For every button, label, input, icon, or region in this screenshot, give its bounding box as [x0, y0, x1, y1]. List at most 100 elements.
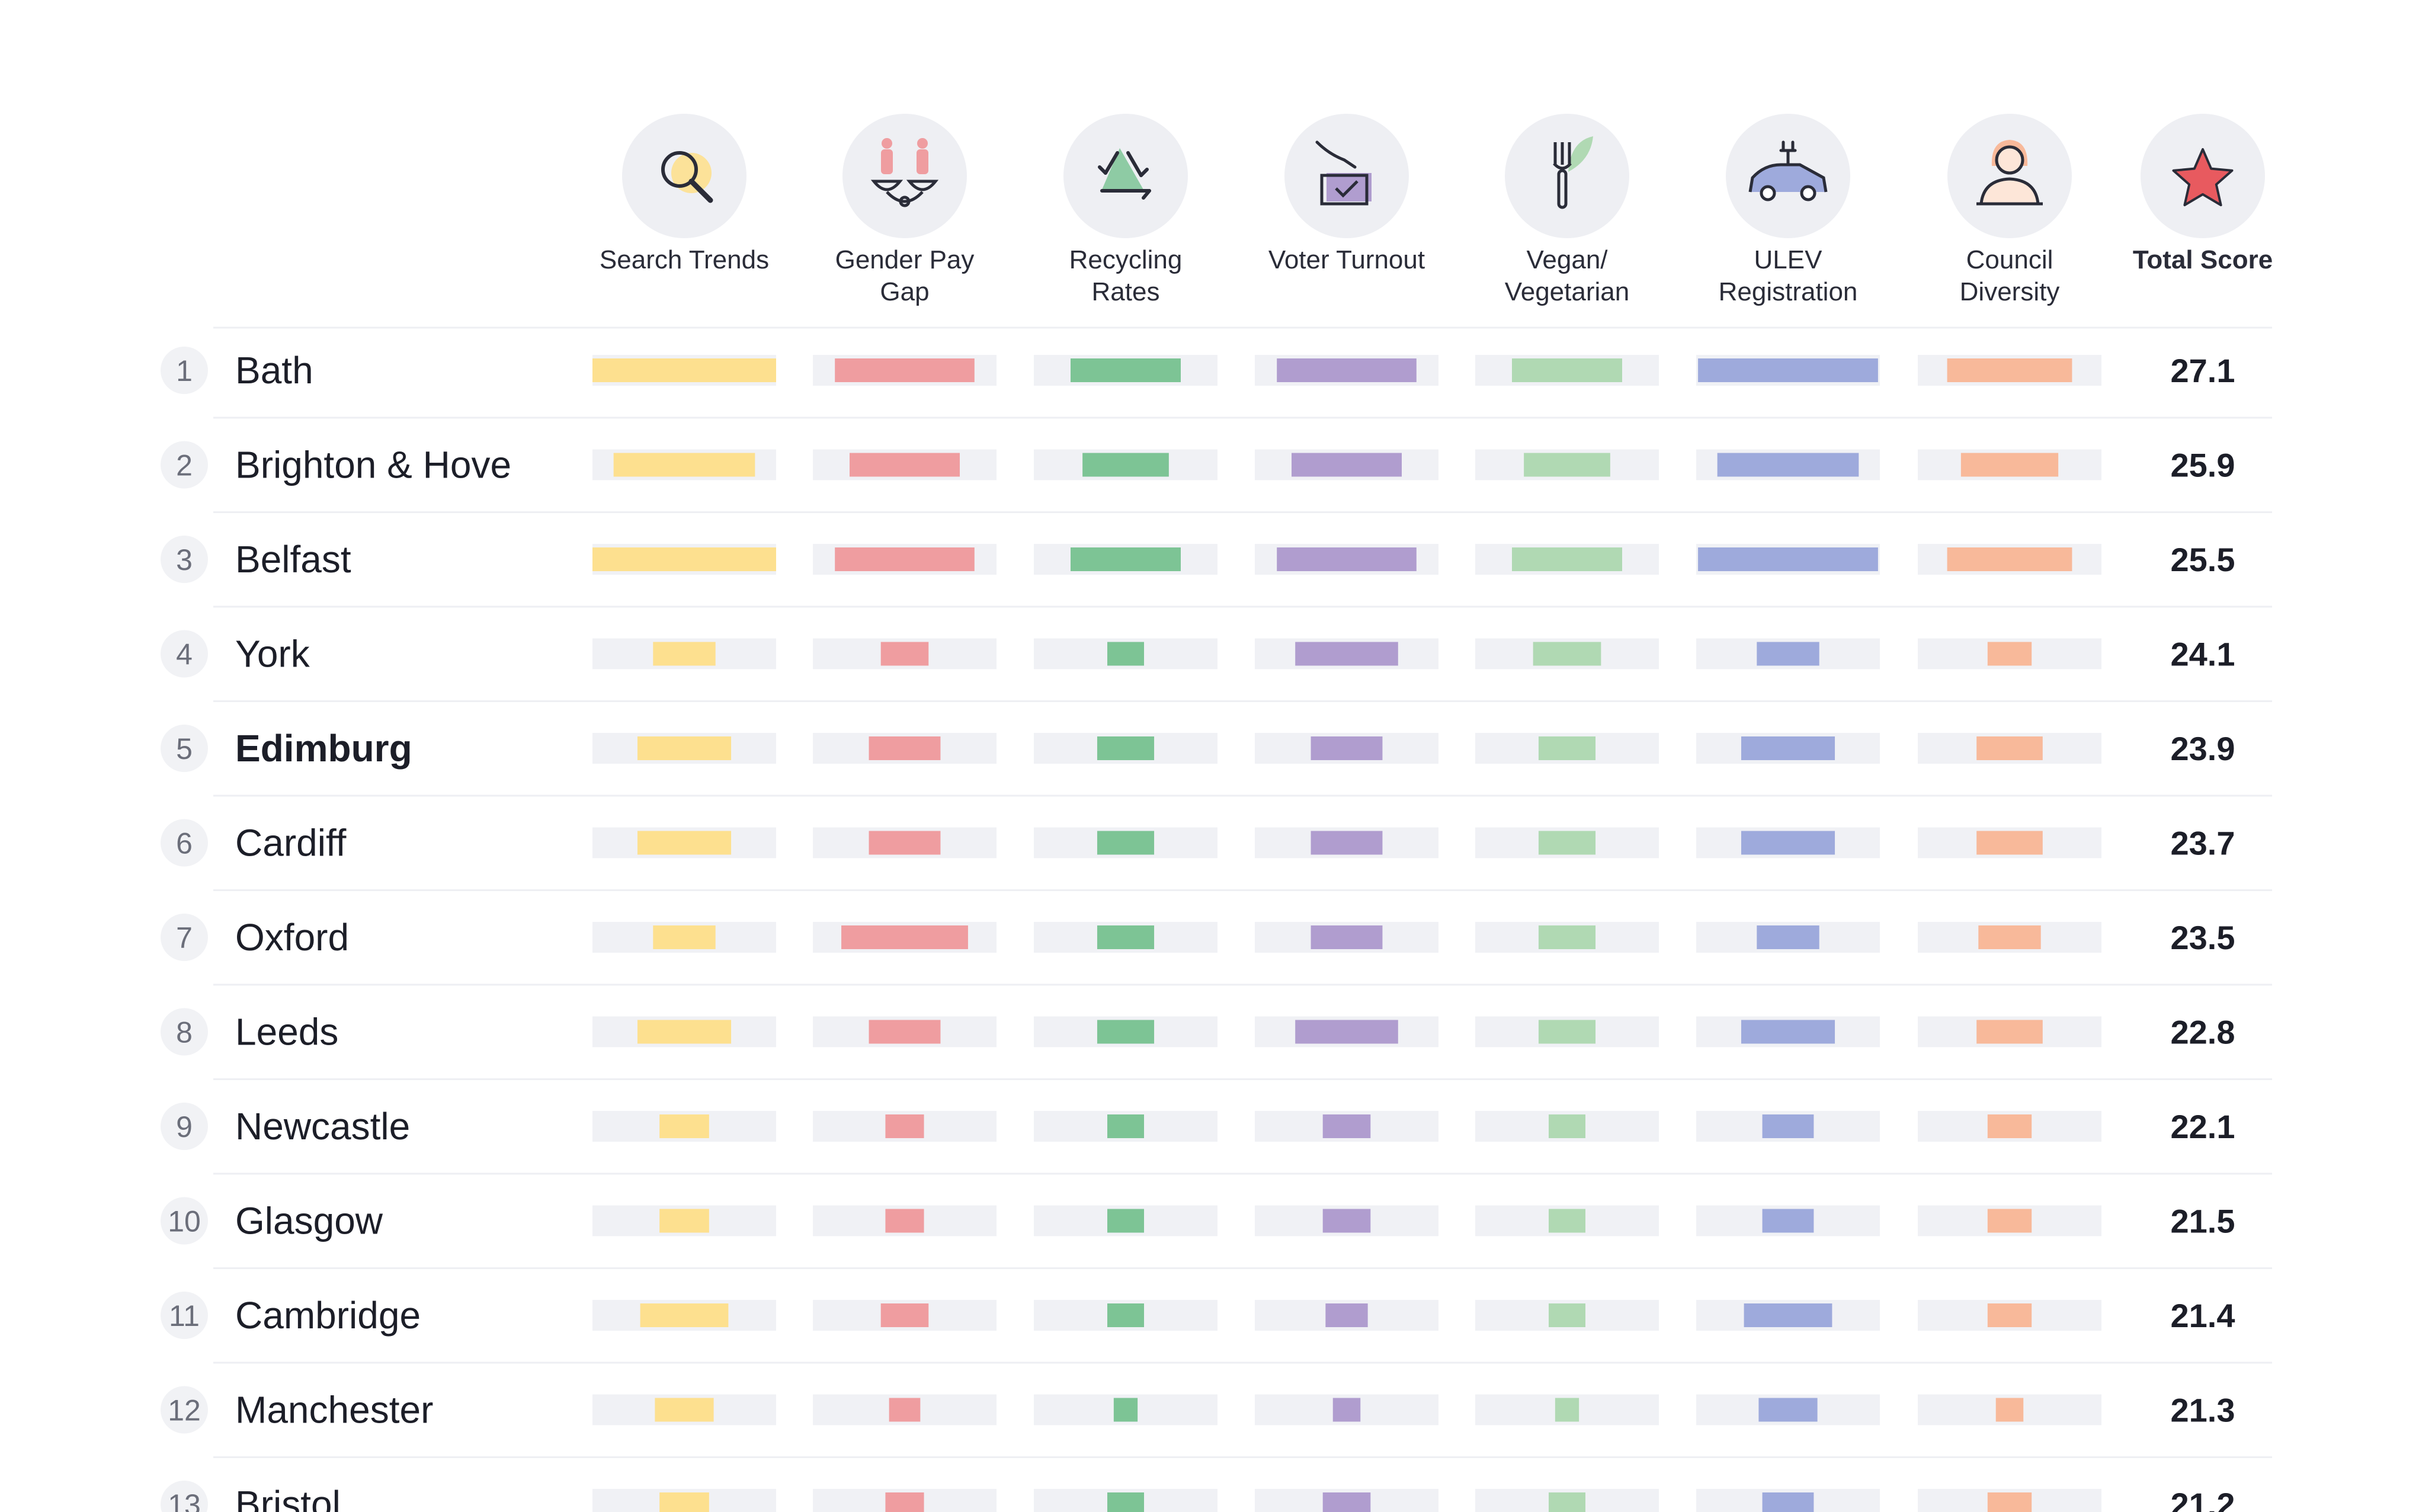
- bar-council: [1947, 358, 2072, 382]
- column-header-label: Rates: [1092, 277, 1160, 306]
- table-row: 5 Edimburg 23.9: [161, 725, 2272, 797]
- bar-ulev: [1698, 358, 1878, 382]
- bar-voter: [1295, 1020, 1398, 1044]
- bar-vegan: [1538, 736, 1596, 760]
- city-name: Brighton & Hove: [235, 444, 511, 486]
- icon-background: [1947, 114, 2072, 238]
- column-header-search: Search Trends: [600, 114, 769, 274]
- bar-vegan: [1549, 1114, 1585, 1138]
- bar-council: [1987, 1492, 2032, 1512]
- bar-ulev: [1717, 453, 1859, 477]
- bar-gender: [885, 1492, 924, 1512]
- rank-number: 4: [176, 638, 193, 671]
- rank-number: 7: [176, 921, 193, 954]
- bar-gender: [841, 925, 968, 949]
- column-header-label: Voter Turnout: [1268, 245, 1425, 274]
- total-score: 21.2: [2171, 1486, 2235, 1512]
- bar-recycling: [1082, 453, 1169, 477]
- bar-voter: [1322, 1209, 1371, 1233]
- total-score: 27.1: [2171, 352, 2235, 389]
- bar-vegan: [1533, 642, 1601, 666]
- table-header: Search Trends Gender Pay Gap Recycling Rates…: [213, 114, 2273, 329]
- bar-vegan: [1549, 1303, 1585, 1327]
- bar-recycling: [1097, 736, 1155, 760]
- total-score: 24.1: [2171, 636, 2235, 673]
- column-header-recycling: Recycling Rates: [1063, 114, 1188, 306]
- bar-council: [1960, 453, 2059, 477]
- table-row: 1 Bath 27.1: [161, 347, 2272, 419]
- bar-search: [655, 1398, 714, 1422]
- bar-ulev: [1758, 1398, 1818, 1422]
- bar-council: [1987, 1303, 2032, 1327]
- column-header-label: Vegan/: [1526, 245, 1608, 274]
- column-header-label: Council: [1966, 245, 2053, 274]
- rank-number: 2: [176, 449, 193, 482]
- bar-gender: [885, 1114, 924, 1138]
- bar-vegan: [1538, 831, 1596, 855]
- rank-number: 11: [169, 1299, 200, 1332]
- rank-number: 13: [168, 1488, 201, 1512]
- bar-recycling: [1107, 1209, 1144, 1233]
- total-score: 23.7: [2171, 825, 2235, 862]
- city-name: Manchester: [235, 1389, 433, 1431]
- column-header-label: Diversity: [1960, 277, 2060, 306]
- bar-voter: [1332, 1398, 1361, 1422]
- bar-voter: [1277, 547, 1417, 571]
- bar-recycling: [1107, 642, 1144, 666]
- total-score: 23.5: [2171, 919, 2235, 956]
- bar-recycling: [1097, 1020, 1155, 1044]
- bar-council: [1995, 1398, 2024, 1422]
- bar-gender: [850, 453, 960, 477]
- bar-vegan: [1538, 1020, 1596, 1044]
- column-header-label: Gap: [880, 277, 929, 306]
- table-row: 13 Bristol 21.2: [161, 1481, 2235, 1512]
- bar-recycling: [1097, 831, 1155, 855]
- city-name: Leeds: [235, 1011, 338, 1053]
- bar-vegan: [1549, 1492, 1585, 1512]
- city-name: Bath: [235, 349, 313, 392]
- bar-gender: [889, 1398, 921, 1422]
- city-name: Edimburg: [235, 727, 412, 770]
- city-name: Bristol: [235, 1483, 341, 1512]
- table-row: 4 York 24.1: [161, 630, 2272, 702]
- bar-vegan: [1524, 453, 1610, 477]
- city-name: Oxford: [235, 916, 349, 959]
- bar-ulev: [1762, 1114, 1814, 1138]
- column-header-ulev: ULEV Registration: [1719, 114, 1857, 306]
- table-row: 8 Leeds 22.8: [161, 1008, 2272, 1080]
- bar-recycling: [1113, 1398, 1138, 1422]
- column-header-gender: Gender Pay Gap: [835, 114, 974, 306]
- table-row: 3 Belfast 25.5: [161, 536, 2272, 608]
- city-name: Glasgow: [235, 1200, 383, 1242]
- bar-search: [637, 736, 732, 760]
- bar-search: [592, 358, 776, 382]
- bar-ulev: [1757, 642, 1819, 666]
- bar-search: [640, 1303, 729, 1327]
- bar-voter: [1277, 358, 1417, 382]
- column-header-label: Search Trends: [600, 245, 769, 274]
- column-header-total: Total Score: [2133, 114, 2273, 274]
- bar-vegan: [1512, 547, 1622, 571]
- bar-council: [1987, 1114, 2032, 1138]
- city-name: Cambridge: [235, 1294, 421, 1337]
- bar-search: [659, 1492, 709, 1512]
- bar-voter: [1311, 925, 1383, 949]
- total-score: 21.4: [2171, 1297, 2235, 1334]
- total-score: 23.9: [2171, 730, 2235, 767]
- bar-vegan: [1538, 925, 1596, 949]
- rank-number: 1: [176, 354, 193, 387]
- bar-voter: [1295, 642, 1398, 666]
- rank-number: 8: [176, 1016, 193, 1049]
- bar-recycling: [1071, 358, 1181, 382]
- city-name: York: [235, 633, 310, 675]
- table-body: 1 Bath 27.1 2 Brighton & Hove 25.9 3 Belfast 25.…: [161, 347, 2272, 1512]
- total-score: 21.3: [2171, 1392, 2235, 1429]
- bar-search: [659, 1209, 709, 1233]
- bar-search: [637, 831, 732, 855]
- ranking-table: Search Trends Gender Pay Gap Recycling Rates…: [161, 114, 2273, 1512]
- table-row: 12 Manchester 21.3: [161, 1386, 2272, 1458]
- total-score: 25.5: [2171, 541, 2235, 578]
- table-row: 10 Glasgow 21.5: [161, 1197, 2272, 1269]
- rank-number: 12: [168, 1394, 201, 1427]
- bar-search: [592, 547, 776, 571]
